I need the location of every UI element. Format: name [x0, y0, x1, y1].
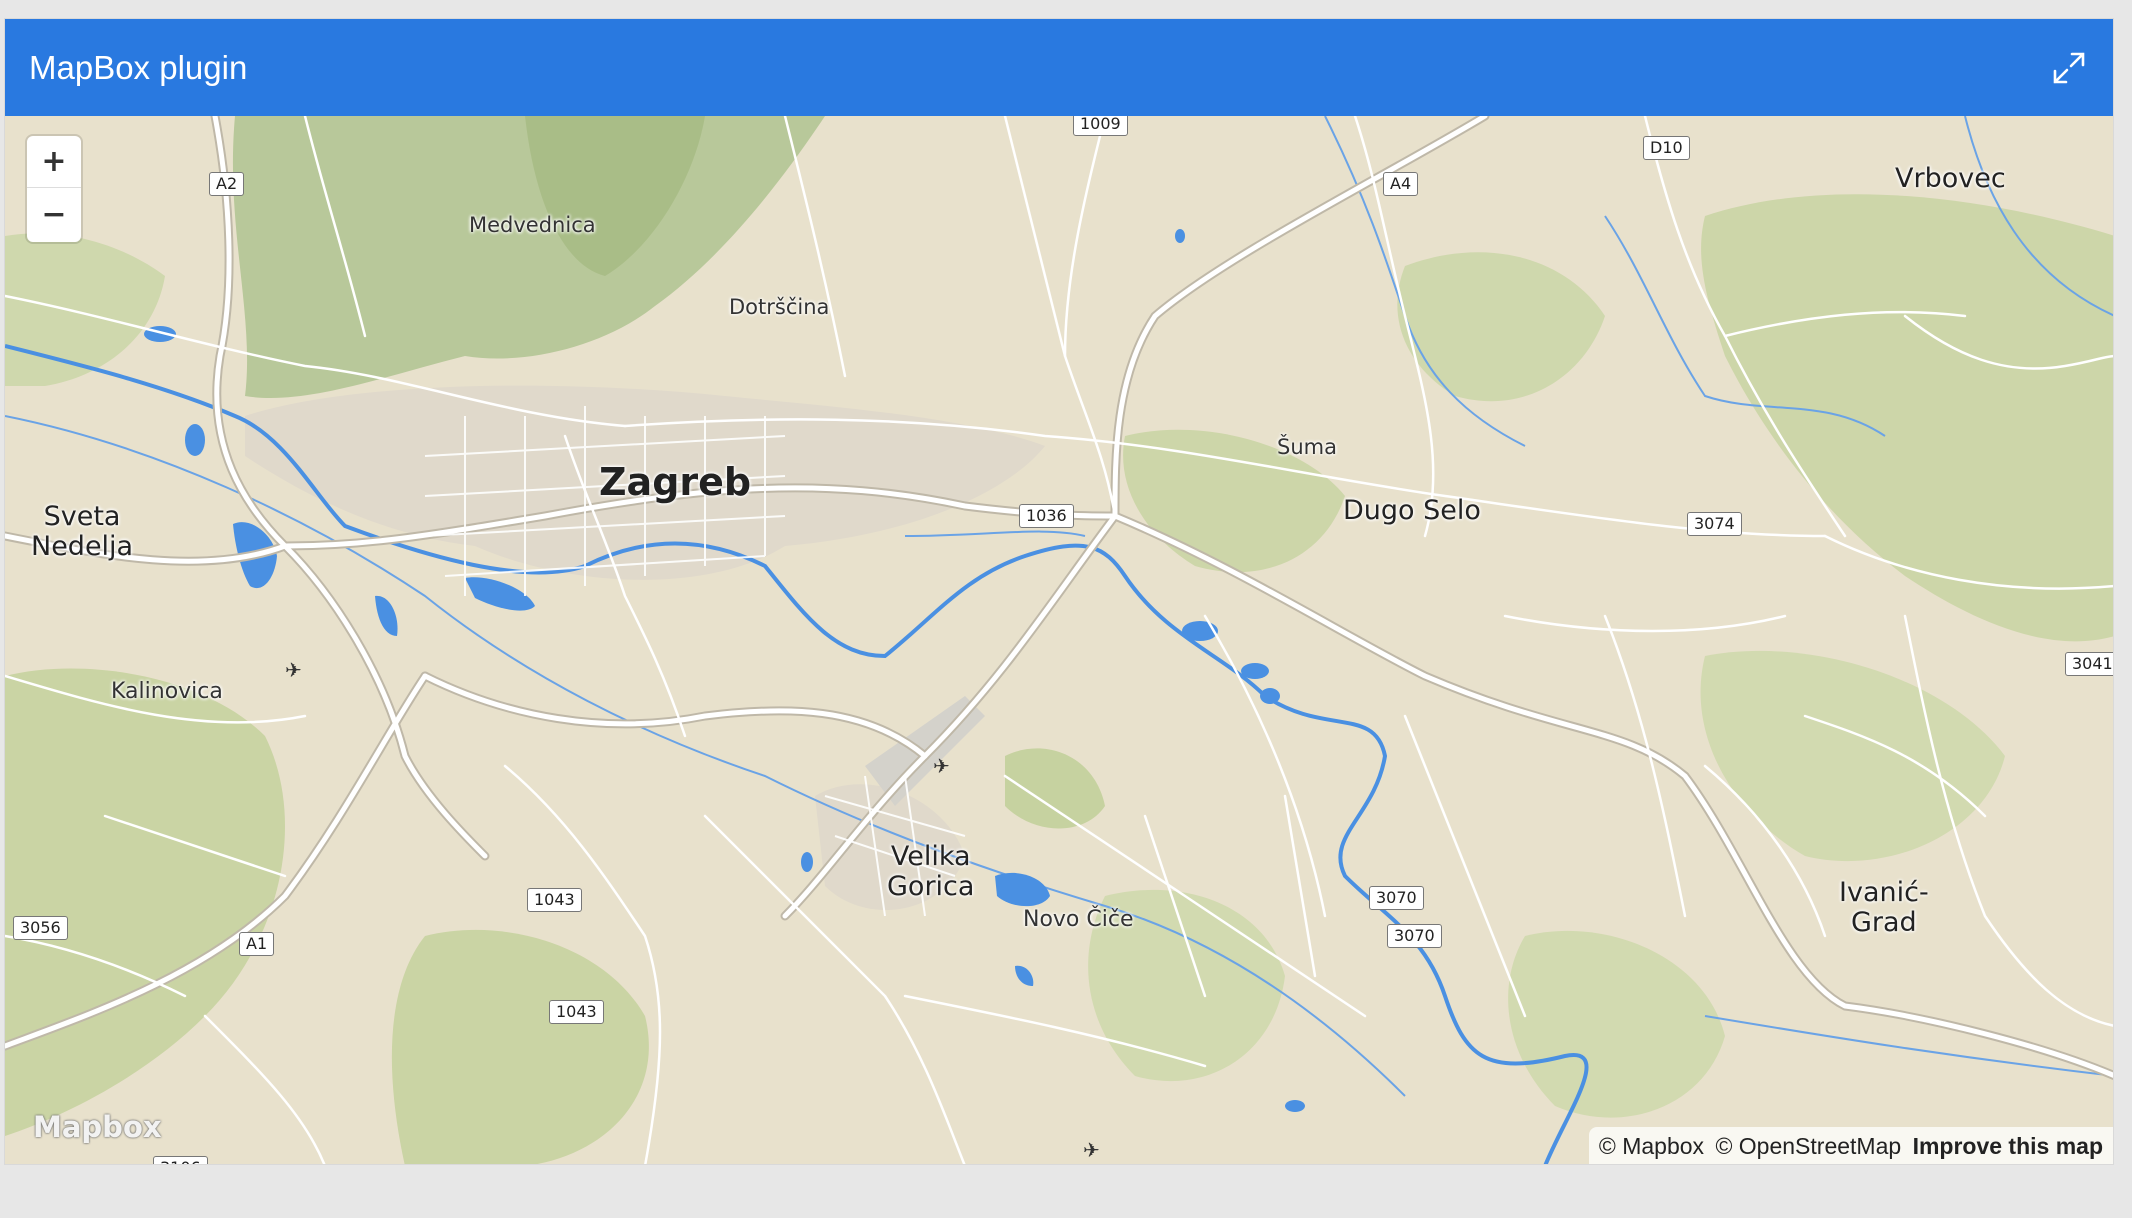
place-label-dugo-selo: Dugo Selo: [1343, 495, 1481, 526]
map-canvas[interactable]: + − Zagreb Medvednica Dotrščina Vrbovec …: [5, 116, 2113, 1164]
airport-icon: ✈: [1083, 1138, 1100, 1162]
road-shield-3074: 3074: [1687, 512, 1742, 536]
map-basemap: [5, 116, 2113, 1164]
attribution-osm-link[interactable]: © OpenStreetMap: [1715, 1133, 1901, 1159]
airport-icon: ✈: [285, 658, 302, 682]
road-shield-3070-north: 3070: [1369, 886, 1424, 910]
road-shield-a4: A4: [1383, 172, 1419, 196]
place-label-novo-cice: Novo Čiče: [1023, 907, 1134, 932]
road-shield-3041: 3041: [2065, 652, 2113, 676]
map-attribution: © Mapbox © OpenStreetMap Improve this ma…: [1588, 1127, 2113, 1164]
place-label-vrbovec: Vrbovec: [1895, 163, 2006, 194]
place-label-medvednica: Medvednica: [469, 213, 596, 237]
road-shield-a1: A1: [239, 932, 275, 956]
panel-header: MapBox plugin: [5, 19, 2113, 116]
place-label-zagreb: Zagreb: [599, 460, 752, 504]
mapbox-logo[interactable]: Mapbox: [33, 1110, 162, 1144]
road-shield-1036: 1036: [1019, 504, 1074, 528]
place-label-dotrscina: Dotrščina: [729, 295, 830, 319]
zoom-control: + −: [27, 136, 81, 242]
place-label-kalinovica: Kalinovica: [111, 679, 223, 704]
panel-title: MapBox plugin: [29, 48, 248, 86]
road-shield-1043-north: 1043: [527, 888, 582, 912]
zoom-out-button[interactable]: −: [27, 188, 81, 240]
mapbox-panel: MapBox plugin + − Zagreb Medvednica Dotr…: [4, 18, 2114, 1165]
place-label-ivanic-grad: Ivanić- Grad: [1839, 877, 1929, 939]
place-label-suma: Šuma: [1277, 435, 1337, 459]
place-label-velika-gorica: Velika Gorica: [887, 841, 975, 903]
road-shield-3056: 3056: [13, 916, 68, 940]
attribution-mapbox-link[interactable]: © Mapbox: [1599, 1133, 1704, 1159]
place-label-sveta-nedelja: Sveta Nedelja: [31, 501, 134, 563]
improve-map-link[interactable]: Improve this map: [1913, 1133, 2103, 1159]
road-shield-d10: D10: [1643, 136, 1690, 160]
road-shield-3070-south: 3070: [1387, 924, 1442, 948]
road-shield-3106: 3106: [153, 1156, 208, 1164]
zoom-in-button[interactable]: +: [27, 136, 81, 188]
road-shield-1009: 1009: [1073, 116, 1128, 136]
expand-icon[interactable]: [2051, 50, 2087, 86]
airport-icon: ✈: [933, 754, 950, 778]
road-shield-a2: A2: [209, 172, 245, 196]
road-shield-1043-south: 1043: [549, 1000, 604, 1024]
